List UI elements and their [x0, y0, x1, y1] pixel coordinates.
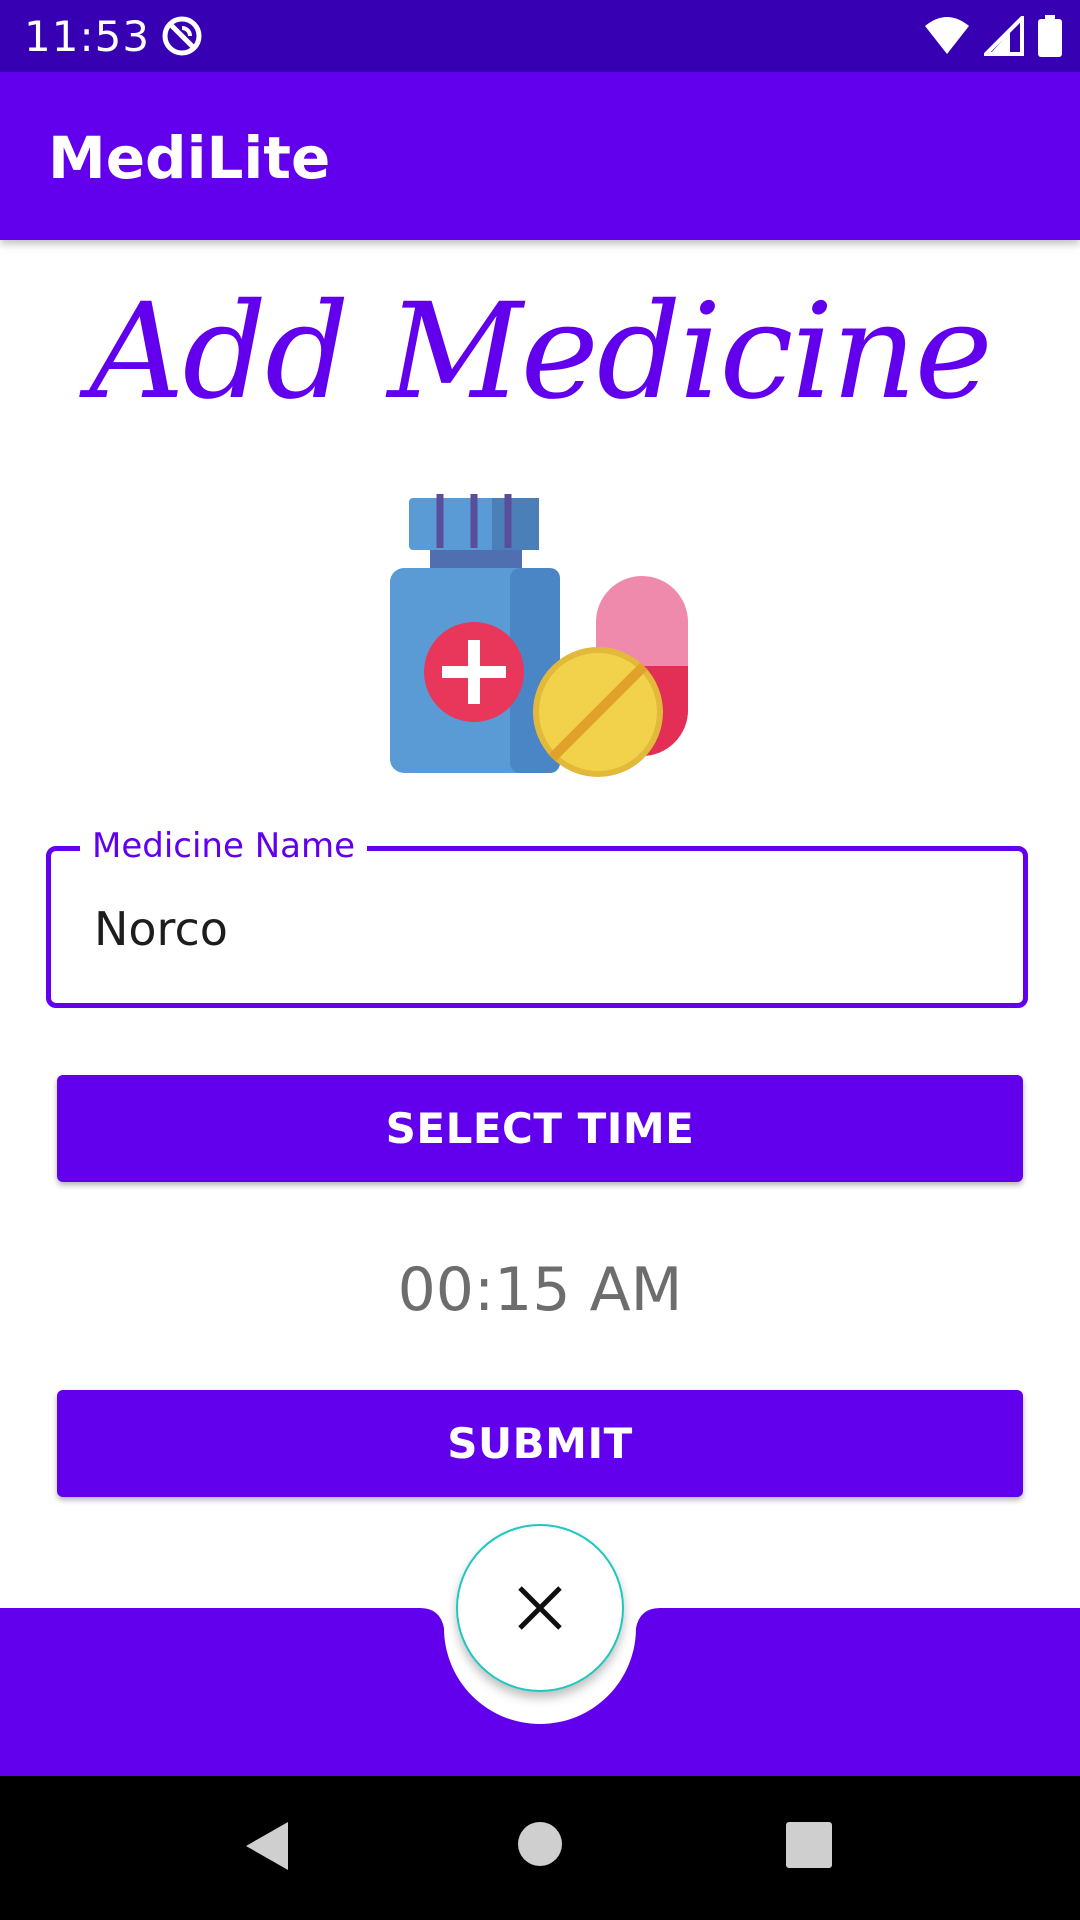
close-icon [518, 1586, 562, 1630]
status-time: 11:53 [24, 12, 151, 61]
home-icon[interactable] [518, 1822, 562, 1866]
status-bar: 11:53 [0, 0, 1080, 72]
selected-time: 00:15 AM [397, 1255, 683, 1325]
medicine-bottle-and-pills-icon [390, 494, 688, 777]
back-icon[interactable] [244, 1820, 290, 1872]
medicine-name-input[interactable]: Norco [94, 902, 228, 956]
app-notification-icon [162, 16, 202, 56]
recents-icon[interactable] [786, 1822, 832, 1868]
wifi-icon [925, 17, 969, 54]
cell-signal-icon [984, 16, 1024, 56]
close-fab-button[interactable] [456, 1524, 624, 1692]
app-bar: MediLite [0, 72, 1080, 240]
submit-button[interactable]: SUBMIT [57, 1390, 1023, 1497]
page-heading: Add Medicine [89, 275, 993, 429]
app-title: MediLite [48, 124, 331, 192]
select-time-button[interactable]: SELECT TIME [57, 1075, 1023, 1182]
status-icons [924, 12, 1062, 60]
medicine-name-label: Medicine Name [80, 826, 368, 866]
system-nav-bar [0, 1776, 1080, 1920]
battery-icon [1038, 15, 1062, 57]
